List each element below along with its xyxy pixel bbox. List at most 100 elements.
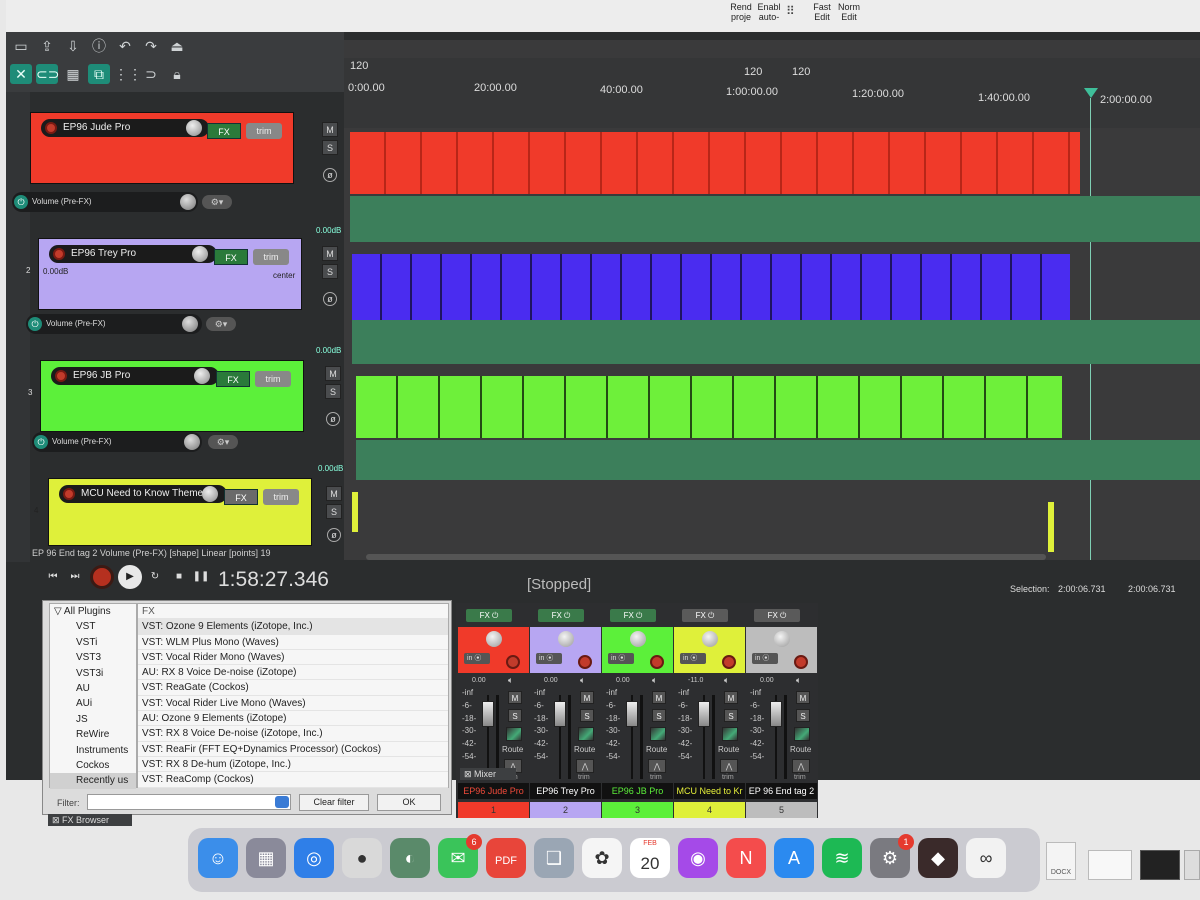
- route-button[interactable]: Route: [574, 745, 595, 754]
- power-icon[interactable]: ⏻: [14, 195, 28, 209]
- plugin-item[interactable]: VST: Vocal Rider Mono (Waves): [138, 650, 448, 666]
- strip-pan-knob[interactable]: [702, 631, 718, 647]
- arrange-view[interactable]: 120 120 120 0:00.00 20:00.00 40:00.00 1:…: [344, 40, 1200, 560]
- solo-button[interactable]: S: [322, 140, 338, 155]
- tree-item[interactable]: ReWire: [50, 727, 136, 742]
- strip-solo-button[interactable]: S: [508, 709, 522, 722]
- strip-pan-knob[interactable]: [558, 631, 574, 647]
- strip-solo-button[interactable]: S: [796, 709, 810, 722]
- fx-button[interactable]: FX: [214, 249, 248, 265]
- close-icon[interactable]: ⊠: [52, 815, 62, 825]
- play-icon[interactable]: ▶: [118, 565, 142, 589]
- trim-mode-icon[interactable]: ⋀: [720, 759, 738, 773]
- window-thumbnail[interactable]: [1140, 850, 1180, 880]
- strip-fx-button[interactable]: FX ⏻: [466, 609, 512, 622]
- stop-icon[interactable]: ■: [170, 568, 188, 586]
- finder-icon[interactable]: ☺: [198, 838, 238, 878]
- tempo-marker[interactable]: 120: [350, 60, 368, 72]
- strip-input-select[interactable]: in ⦿: [464, 653, 490, 664]
- plugin-item[interactable]: VST: Ozone 9 Elements (iZotope, Inc.): [138, 619, 448, 635]
- mute-button[interactable]: M: [322, 246, 338, 261]
- launchpad-icon[interactable]: ▦: [246, 838, 286, 878]
- plugin-item[interactable]: AU: RX 8 Voice De-noise (iZotope): [138, 665, 448, 681]
- pdf-icon[interactable]: PDF: [486, 838, 526, 878]
- strip-mute-button[interactable]: M: [580, 691, 594, 704]
- info-icon[interactable]: ⓘ: [88, 36, 110, 56]
- strip-track-name[interactable]: EP96 JB Pro: [602, 783, 673, 799]
- link-app-icon[interactable]: ∞: [966, 838, 1006, 878]
- audio-clip-end-tag[interactable]: [1048, 502, 1054, 552]
- strip-solo-button[interactable]: S: [580, 709, 594, 722]
- mute-button[interactable]: M: [325, 366, 341, 381]
- strip-input-select[interactable]: in ⦿: [608, 653, 634, 664]
- podcasts-icon[interactable]: ◉: [678, 838, 718, 878]
- document-icon[interactable]: DOCX: [1046, 842, 1076, 880]
- norm-edit-menu[interactable]: Norm Edit: [834, 2, 864, 22]
- messages-icon[interactable]: ✉ 6: [438, 834, 482, 878]
- window-thumbnail[interactable]: [1088, 850, 1132, 880]
- trim-mode-icon[interactable]: ⋀: [576, 759, 594, 773]
- volume-envelope-lane-2[interactable]: [352, 320, 1200, 364]
- trim-mode-icon[interactable]: ⋀: [792, 759, 810, 773]
- speaker-icon[interactable]: 🔈︎: [724, 675, 729, 686]
- tree-item[interactable]: AU: [50, 681, 136, 696]
- link-icon[interactable]: ⊂⊃: [36, 64, 59, 84]
- metronome-icon[interactable]: ⏏: [166, 36, 188, 56]
- track-header[interactable]: EP96 Trey Pro FX trim 0.00dB center: [38, 238, 302, 310]
- strip-track-name[interactable]: EP96 Trey Pro: [530, 783, 601, 799]
- envelope-knob[interactable]: [182, 316, 198, 332]
- horizontal-scrollbar[interactable]: [366, 554, 1046, 560]
- render-project-menu[interactable]: Rend proje: [726, 2, 756, 22]
- fx-chain-icon[interactable]: [578, 727, 594, 741]
- plugin-item[interactable]: VST: WLM Plus Mono (Waves): [138, 635, 448, 650]
- grid-icon[interactable]: ▦: [62, 64, 84, 84]
- upload-icon[interactable]: ⇪: [36, 36, 58, 56]
- strip-input-select[interactable]: in ⦿: [680, 653, 706, 664]
- route-button[interactable]: Route: [502, 745, 523, 754]
- tree-item[interactable]: Instruments: [50, 743, 136, 758]
- enable-auto-menu[interactable]: Enabl auto-: [754, 2, 784, 22]
- speaker-icon[interactable]: 🔈︎: [796, 675, 801, 686]
- filter-dropdown-icon[interactable]: [275, 796, 289, 808]
- strip-pan-knob[interactable]: [774, 631, 790, 647]
- strip-input-select[interactable]: in ⦿: [536, 653, 562, 664]
- selection-start[interactable]: 2:00:06.731: [1058, 584, 1106, 594]
- trim-button[interactable]: trim: [253, 249, 289, 265]
- tree-item[interactable]: Cockos: [50, 758, 136, 773]
- strip-record-arm-icon[interactable]: [794, 655, 808, 669]
- phase-icon[interactable]: ø: [323, 292, 337, 306]
- phase-icon[interactable]: ø: [323, 168, 337, 182]
- plugin-item[interactable]: VST: ReaGate (Cockos): [138, 680, 448, 696]
- group-icon[interactable]: ⧉: [88, 64, 110, 84]
- record-icon[interactable]: [90, 565, 114, 589]
- strip-record-arm-icon[interactable]: [578, 655, 592, 669]
- strip-fx-button[interactable]: FX ⏻: [538, 609, 584, 622]
- route-button[interactable]: Route: [718, 745, 739, 754]
- speaker-icon[interactable]: 🔈︎: [508, 675, 513, 686]
- strip-fx-button[interactable]: FX ⏻: [610, 609, 656, 622]
- selection-end[interactable]: 2:00:06.731: [1128, 584, 1176, 594]
- strip-track-name[interactable]: EP96 Jude Pro: [458, 783, 529, 799]
- volume-envelope-lane-3[interactable]: [356, 440, 1200, 480]
- tree-item[interactable]: VST3: [50, 650, 136, 665]
- fast-edit-menu[interactable]: Fast Edit: [807, 2, 837, 22]
- plugin-item[interactable]: VST: RX 8 Voice De-noise (iZotope, Inc.): [138, 726, 448, 742]
- mute-button[interactable]: M: [322, 122, 338, 137]
- speaker-icon[interactable]: 🔈︎: [580, 675, 585, 686]
- strip-solo-button[interactable]: S: [652, 709, 666, 722]
- route-button[interactable]: Route: [790, 745, 811, 754]
- preview-icon[interactable]: ❑: [534, 838, 574, 878]
- phase-icon[interactable]: ø: [326, 412, 340, 426]
- volume-knob[interactable]: [192, 246, 208, 262]
- volume-knob[interactable]: [202, 486, 218, 502]
- tree-item[interactable]: VST: [50, 619, 136, 634]
- volume-fader[interactable]: [770, 701, 782, 727]
- strip-mute-button[interactable]: M: [508, 691, 522, 704]
- track-header[interactable]: EP96 JB Pro FX trim: [40, 360, 304, 432]
- fx-chain-icon[interactable]: [650, 727, 666, 741]
- tree-item[interactable]: AUi: [50, 696, 136, 711]
- calendar-icon[interactable]: FEB 20: [630, 838, 670, 878]
- fx-button[interactable]: FX: [224, 489, 258, 505]
- record-arm-icon[interactable]: [45, 122, 57, 134]
- envelope-settings-icon[interactable]: ⚙▾: [202, 195, 232, 209]
